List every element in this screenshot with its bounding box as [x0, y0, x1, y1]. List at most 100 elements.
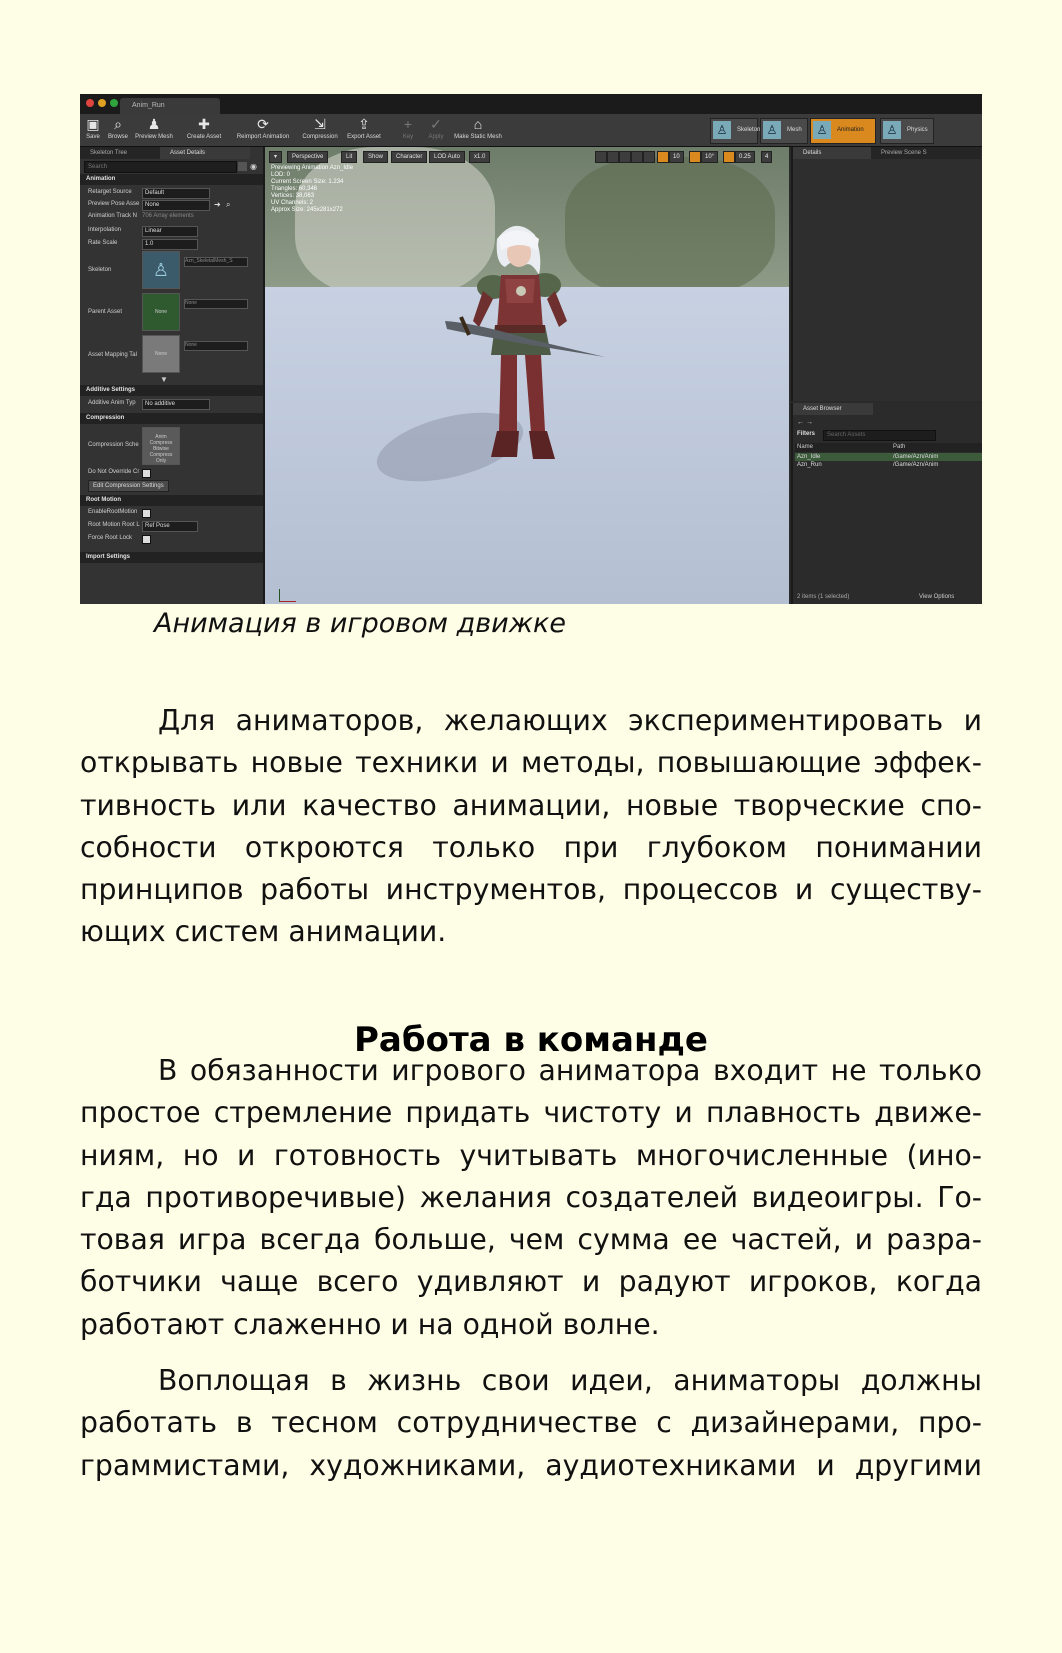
do-not-override-checkbox[interactable] [142, 469, 151, 478]
tab-asset-details[interactable]: Asset Details [160, 147, 250, 159]
toolbar-button-label: Save [86, 134, 100, 140]
browse-button[interactable]: ⌕ Browse [106, 116, 130, 144]
section-root-motion[interactable]: Root Motion [80, 495, 263, 506]
parent-asset-select[interactable]: None [184, 299, 248, 309]
skeleton-select[interactable]: Azn_SkeletalMesh_S [184, 257, 248, 267]
force-root-lock-checkbox[interactable] [142, 535, 151, 544]
preview-pose-select[interactable]: None [142, 200, 210, 211]
toolbar-button-label: Create Asset [186, 134, 222, 140]
scale-tool-icon[interactable] [619, 151, 631, 163]
text-line: работают слаженно и на одной волне. [80, 1307, 660, 1341]
toolbar-button-label: Compression [302, 134, 338, 140]
translate-tool-icon[interactable] [595, 151, 607, 163]
root-lock-select[interactable]: Ref Pose [142, 521, 198, 532]
animation-mode-icon: ♙ [813, 121, 831, 139]
perspective-button[interactable]: Perspective [287, 151, 329, 163]
details-search-input[interactable]: Search [84, 161, 237, 173]
section-additive-settings[interactable]: Additive Settings [80, 385, 263, 396]
text-line: граммистами, художниками, аудиотехниками… [80, 1448, 982, 1482]
paragraph-3: Воплощая в жизнь свои идеи, аниматоры до… [80, 1360, 982, 1487]
surface-snap-icon[interactable] [643, 151, 655, 163]
text-line: собности откроются только при глубоком п… [80, 830, 982, 864]
rotation-snap-icon[interactable] [689, 151, 701, 163]
toolbar-button-label: Make Static Mesh [454, 134, 502, 140]
search-icon[interactable]: ⌕ [226, 200, 230, 210]
section-compression[interactable]: Compression [80, 413, 263, 424]
minimize-window-icon[interactable] [98, 99, 106, 107]
preview-mesh-button[interactable]: ♟ Preview Mesh [134, 116, 174, 144]
row-label: Root Motion Root L [88, 522, 140, 528]
use-asset-icon[interactable]: ➜ [214, 200, 221, 209]
character-button[interactable]: Character [391, 151, 428, 163]
apply-button[interactable]: ✓ Apply [424, 116, 448, 144]
expand-arrow-icon[interactable]: ▼ [160, 375, 168, 384]
thumbnail-label: None [155, 309, 167, 315]
skeleton-thumbnail[interactable]: ♙ [142, 251, 180, 289]
interpolation-select[interactable]: Linear [142, 226, 198, 237]
reimport-animation-button[interactable]: ⟳ Reimport Animation [232, 116, 294, 144]
document-tab[interactable]: Anim_Run [120, 98, 220, 114]
column-path[interactable]: Path [893, 443, 905, 452]
tab-preview-scene[interactable]: Preview Scene S [871, 147, 981, 159]
show-button[interactable]: Show [363, 151, 389, 163]
maximize-window-icon[interactable] [110, 99, 118, 107]
view-options-button[interactable]: View Options [919, 594, 954, 600]
grid-snap-icon[interactable] [657, 151, 669, 163]
rate-scale-input[interactable]: 1.0 [142, 239, 198, 250]
figure-caption: Анимация в игровом движке [154, 608, 566, 639]
export-asset-button[interactable]: ⇪ Export Asset [344, 116, 384, 144]
column-name[interactable]: Name [797, 443, 813, 452]
tab-asset-browser[interactable]: Asset Browser [793, 403, 873, 415]
mode-mesh-button[interactable]: ♙ Mesh [760, 118, 808, 144]
table-row[interactable]: Azn_Run /Game/Azn/Anim [795, 461, 982, 469]
additive-type-select[interactable]: No additive [142, 399, 210, 410]
grid-snap-value[interactable]: 10 [669, 151, 684, 163]
viewport-options-button[interactable]: ▾ [269, 151, 283, 163]
asset-name: Azn_Idle [797, 454, 821, 460]
table-row[interactable]: Azn_Idle /Game/Azn/Anim [795, 453, 982, 461]
compression-button[interactable]: ⇲ Compression [302, 116, 338, 144]
make-static-mesh-button[interactable]: ⌂ Make Static Mesh [452, 116, 504, 144]
mode-physics-button[interactable]: ♙ Physics [880, 118, 934, 144]
edit-compression-settings-button[interactable]: Edit Compression Settings [88, 480, 169, 492]
key-icon: + [403, 116, 413, 132]
save-button[interactable]: ▣ Save [84, 116, 102, 144]
asset-mapping-thumbnail[interactable]: None [142, 335, 180, 373]
retarget-source-select[interactable]: Default [142, 188, 210, 199]
enable-root-motion-checkbox[interactable] [142, 509, 151, 518]
asset-table-header: Name Path [795, 443, 982, 452]
text-line: работать в тесном сотрудничестве с дизай… [80, 1406, 982, 1440]
mode-skeleton-button[interactable]: ♙ Skeleton [710, 118, 760, 144]
rotation-snap-value[interactable]: 10° [701, 151, 719, 163]
asset-search-input[interactable]: Search Assets [823, 430, 936, 441]
filters-button[interactable]: Filters [797, 431, 815, 437]
nav-arrows-icon[interactable]: ← → [797, 419, 813, 426]
speed-button[interactable]: x1.0 [469, 151, 491, 163]
mode-animation-button[interactable]: ♙ Animation [810, 118, 876, 144]
compression-scheme-thumbnail[interactable]: Anim Compress Bitwise Compress Only [142, 427, 180, 465]
world-space-icon[interactable] [631, 151, 643, 163]
tab-skeleton-tree[interactable]: Skeleton Tree [80, 147, 162, 159]
close-window-icon[interactable] [86, 99, 94, 107]
character-model [445, 225, 605, 459]
lit-button[interactable]: Lit [341, 151, 358, 163]
game-engine-screenshot: Anim_Run ▣ Save ⌕ Browse ♟ Preview Mesh ✚ Creat… [80, 94, 982, 604]
key-button[interactable]: + Key [400, 116, 416, 144]
3d-viewport[interactable]: ▾ Perspective Lit Show Character LOD Aut… [265, 147, 789, 604]
camera-speed-value[interactable]: 4 [761, 151, 773, 163]
section-animation[interactable]: Animation [80, 174, 263, 185]
row-force-root-lock: Force Root Lock [80, 533, 263, 545]
parent-asset-thumbnail[interactable]: None [142, 293, 180, 331]
grid-view-icon[interactable] [238, 162, 247, 171]
scale-snap-value[interactable]: 0.25 [735, 151, 755, 163]
eye-icon[interactable]: ◉ [250, 162, 260, 171]
rotate-tool-icon[interactable] [607, 151, 619, 163]
section-import-settings[interactable]: Import Settings [80, 552, 263, 563]
viewport-stat-line: Approx Size: 245x281x272 [271, 207, 343, 213]
create-asset-button[interactable]: ✚ Create Asset [184, 116, 224, 144]
scale-snap-icon[interactable] [723, 151, 735, 163]
apply-icon: ✓ [430, 116, 442, 132]
tab-details[interactable]: Details [793, 147, 873, 159]
lod-auto-button[interactable]: LOD Auto [429, 151, 466, 163]
asset-mapping-select[interactable]: None [184, 341, 248, 351]
